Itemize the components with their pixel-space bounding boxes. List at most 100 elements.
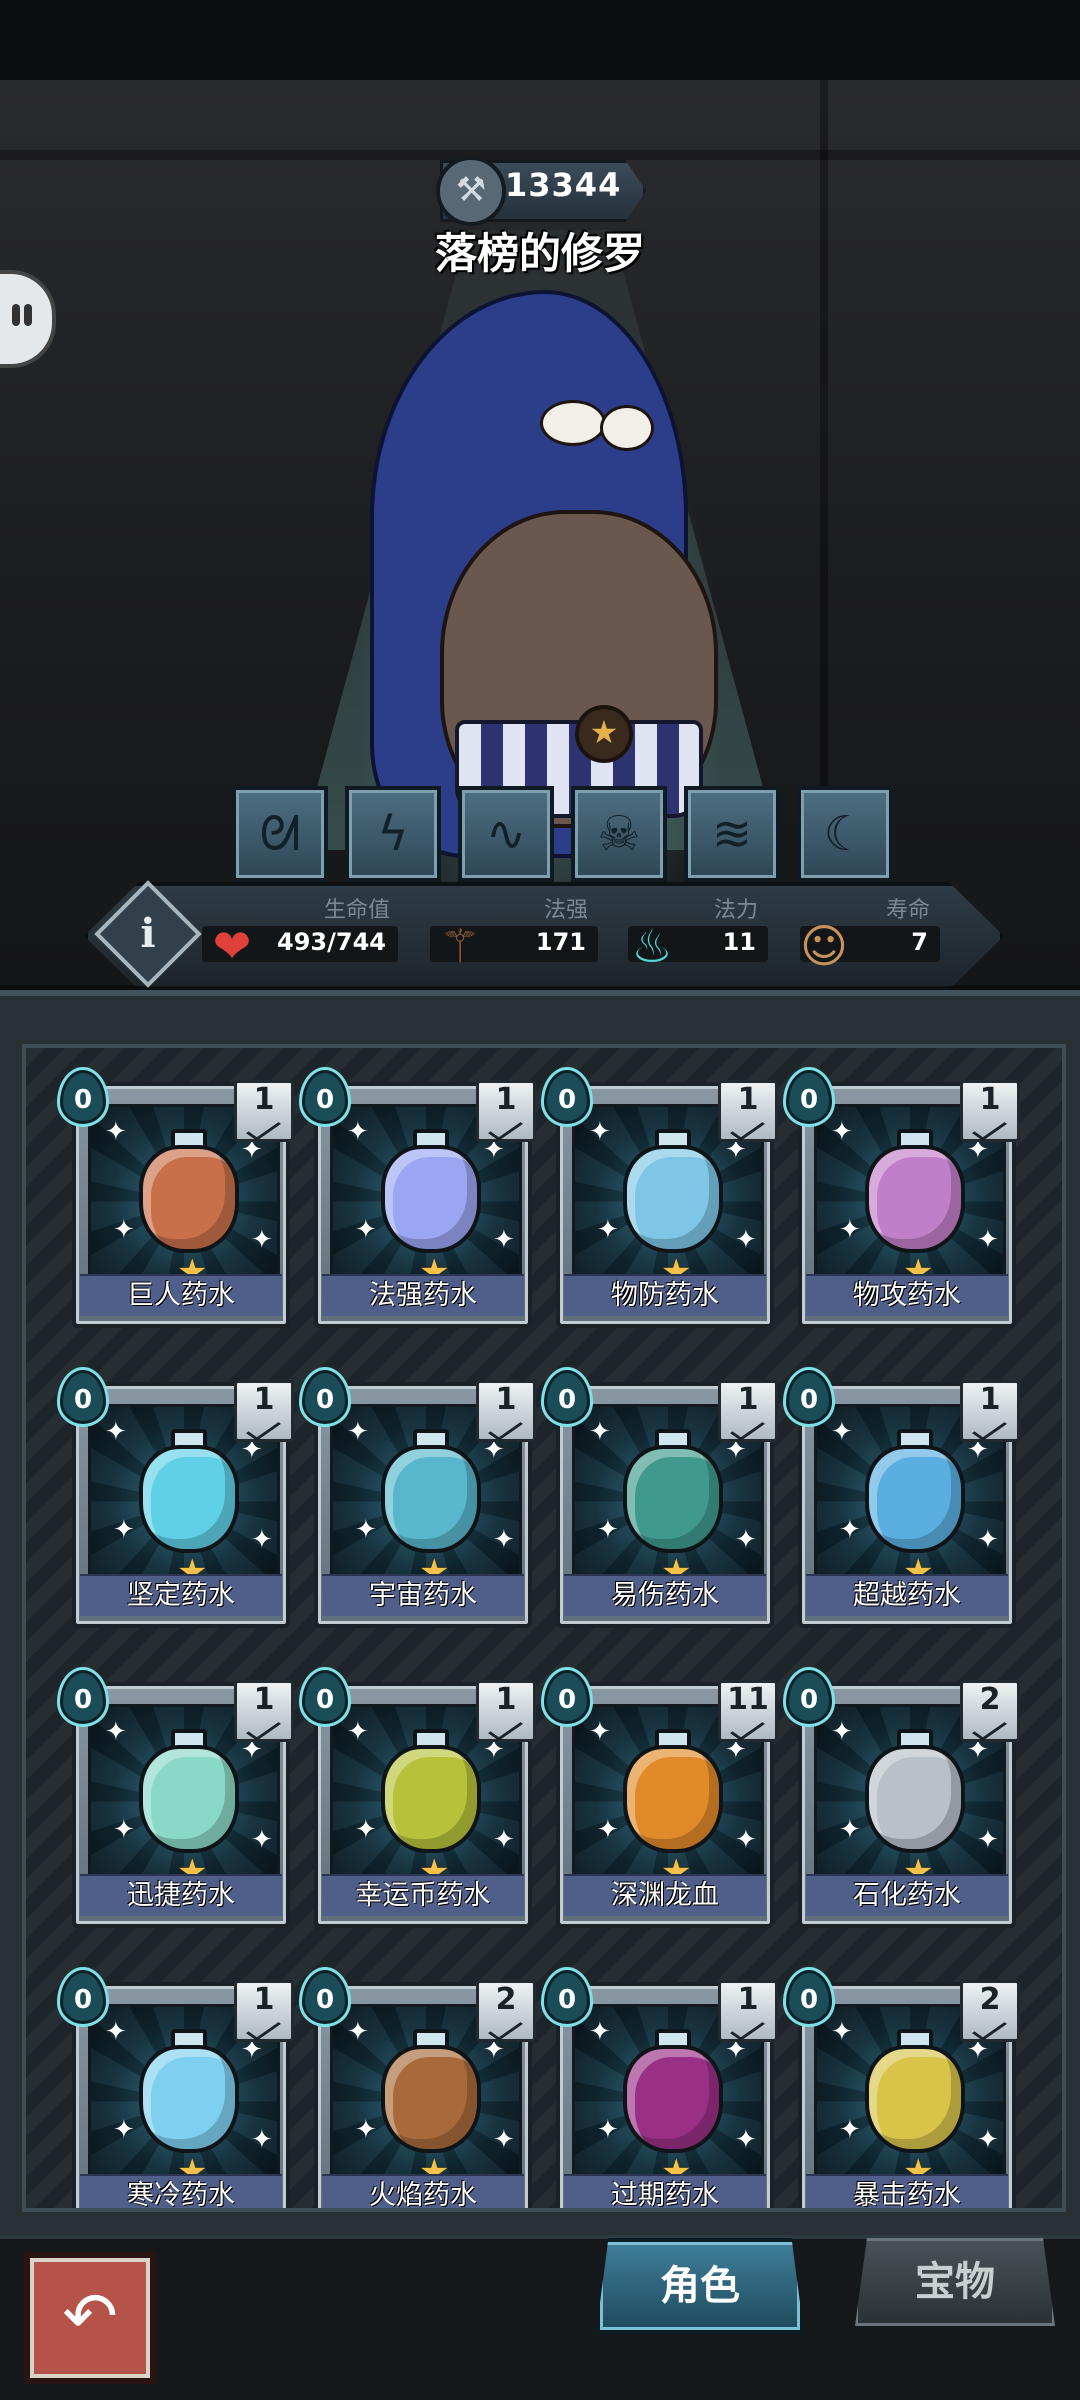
sparkle-icon: ✦ — [839, 2115, 861, 2145]
potion-name: 易伤药水 — [564, 1574, 766, 1616]
stack-layers-icon — [488, 1116, 523, 1141]
stack-layers-icon — [972, 1416, 1007, 1441]
sparkle-icon: ✦ — [597, 2115, 619, 2145]
potion-card[interactable]: ✦ ✦ ✦ ✦ ★ 物攻药水 0 1 — [786, 1070, 1020, 1328]
potion-card[interactable]: ✦ ✦ ✦ ✦ ★ 火焰药水 0 2 — [302, 1970, 536, 2208]
potion-cost-flame: 0 — [302, 1370, 348, 1424]
potion-bottle-icon — [381, 1745, 481, 1853]
potion-card[interactable]: ✦ ✦ ✦ ✦ ★ 迅捷药水 0 1 — [60, 1670, 294, 1928]
potion-count-badge: 1 — [718, 1380, 778, 1442]
sparkle-icon: ✦ — [493, 1525, 515, 1555]
potion-count-badge: 1 — [234, 1380, 294, 1442]
sparkle-icon: ✦ — [831, 1417, 853, 1447]
sparkle-icon: ✦ — [493, 1825, 515, 1855]
potion-card[interactable]: ✦ ✦ ✦ ✦ ★ 超越药水 0 1 — [786, 1370, 1020, 1628]
potion-count: 2 — [979, 1682, 1001, 1717]
stack-layers-icon — [246, 1716, 281, 1741]
stat-magic-power-label: 法强 — [543, 898, 588, 923]
stat-mana-value: 11 — [722, 928, 756, 956]
sparkle-icon: ✦ — [355, 1215, 377, 1245]
lightning-skill-icon[interactable]: ϟ — [345, 786, 441, 882]
potion-card[interactable]: ✦ ✦ ✦ ✦ ★ 过期药水 0 1 — [544, 1970, 778, 2208]
potion-card[interactable]: ✦ ✦ ✦ ✦ ★ 巨人药水 0 1 — [60, 1070, 294, 1328]
potion-name: 宇宙药水 — [322, 1574, 524, 1616]
potion-card[interactable]: ✦ ✦ ✦ ✦ ★ 暴击药水 0 2 — [786, 1970, 1020, 2208]
sparkle-icon: ✦ — [977, 1225, 999, 1255]
sparkle-icon: ✦ — [105, 1717, 127, 1747]
potion-name: 火焰药水 — [322, 2174, 524, 2208]
potion-name: 法强药水 — [322, 1274, 524, 1316]
potion-card[interactable]: ✦ ✦ ✦ ✦ ★ 易伤药水 0 1 — [544, 1370, 778, 1628]
sparkle-icon: ✦ — [839, 1215, 861, 1245]
stat-hp-label: 生命值 — [323, 898, 390, 923]
stack-layers-icon — [730, 1416, 765, 1441]
potion-bottle-icon — [865, 1145, 965, 1253]
sparkle-icon: ✦ — [977, 1825, 999, 1855]
heart-icon: ❤ — [212, 919, 252, 973]
potion-count-badge: 1 — [718, 1080, 778, 1142]
sparkle-icon: ✦ — [597, 1215, 619, 1245]
stack-layers-icon — [972, 1116, 1007, 1141]
character-name: 落榜的修罗 — [434, 229, 645, 278]
potion-count: 1 — [253, 1082, 275, 1117]
sparkle-icon: ✦ — [977, 2125, 999, 2155]
potion-bottle-icon — [139, 1145, 239, 1253]
sparkle-icon: ✦ — [113, 1515, 135, 1545]
potion-cost-flame: 0 — [786, 1670, 832, 1724]
potion-card[interactable]: ✦ ✦ ✦ ✦ ★ 深渊龙血 0 11 — [544, 1670, 778, 1928]
potion-count-badge: 2 — [476, 1980, 536, 2042]
potion-card[interactable]: ✦ ✦ ✦ ✦ ★ 幸运币药水 0 1 — [302, 1670, 536, 1928]
staff-icon: ⚚ — [439, 919, 481, 973]
potion-card[interactable]: ✦ ✦ ✦ ✦ ★ 坚定药水 0 1 — [60, 1370, 294, 1628]
stack-layers-icon — [730, 1116, 765, 1141]
potion-card[interactable]: ✦ ✦ ✦ ✦ ★ 法强药水 0 1 — [302, 1070, 536, 1328]
potion-count: 2 — [495, 1982, 517, 2017]
potion-card[interactable]: ✦ ✦ ✦ ✦ ★ 宇宙药水 0 1 — [302, 1370, 536, 1628]
potion-cost-flame: 0 — [302, 1970, 348, 2024]
stat-lifespan-label: 寿命 — [885, 898, 930, 923]
potion-card[interactable]: ✦ ✦ ✦ ✦ ★ 石化药水 0 2 — [786, 1670, 1020, 1928]
character-eye — [600, 405, 654, 451]
tab-treasure[interactable]: 宝物 — [855, 2238, 1055, 2326]
wrench-badge-icon: ⚒ — [436, 156, 506, 226]
sparkle-icon: ✦ — [251, 1525, 273, 1555]
wave-skill-icon[interactable]: ☾ — [797, 786, 893, 882]
potion-cost-flame: 0 — [302, 1670, 348, 1724]
sparkle-icon: ✦ — [589, 1417, 611, 1447]
sparkle-icon: ✦ — [355, 1815, 377, 1845]
potion-inventory[interactable]: ✦ ✦ ✦ ✦ ★ 巨人药水 0 1 ✦ ✦ ✦ ✦ ★ 法强药水 0 1 ✦ ✦ ✦ ✦ ★ 物防药水 0 1 ✦ ✦ ✦ ✦ ★ 物攻… — [22, 1044, 1066, 2212]
stat-mana-label: 法力 — [713, 898, 758, 923]
sparkle-icon: ✦ — [347, 1717, 369, 1747]
info-button[interactable]: i — [110, 896, 186, 972]
potion-count: 1 — [979, 1082, 1001, 1117]
potion-bottle-icon — [139, 1445, 239, 1553]
potion-card[interactable]: ✦ ✦ ✦ ✦ ★ 寒冷药水 0 1 — [60, 1970, 294, 2208]
soul-flame-icon: ♨ — [631, 919, 673, 973]
claw-skill-icon[interactable]: ≋ — [684, 786, 780, 882]
sparkle-icon: ✦ — [355, 1515, 377, 1545]
sparkle-icon: ✦ — [113, 1815, 135, 1845]
potion-card[interactable]: ✦ ✦ ✦ ✦ ★ 物防药水 0 1 — [544, 1070, 778, 1328]
sparkle-icon: ✦ — [251, 2125, 273, 2155]
back-arrow-icon[interactable]: ↶ — [24, 2252, 156, 2384]
sparkle-icon: ✦ — [735, 1525, 757, 1555]
skull-skill-icon[interactable]: ☠ — [571, 786, 667, 882]
sparkle-icon: ✦ — [589, 1117, 611, 1147]
potion-count-badge: 2 — [960, 1680, 1020, 1742]
character-score: 13344 — [505, 166, 622, 204]
character-eye — [540, 400, 606, 446]
sparkle-icon: ✦ — [735, 1225, 757, 1255]
sparkle-icon: ✦ — [251, 1825, 273, 1855]
stat-lifespan: 寿命 7 ☺ — [800, 892, 940, 973]
game-screen: ★ ⚒ 13344 落榜的修罗 ᘛ ϟ ∿ ☠ ≋ ☾ i 生命值 493/74… — [0, 0, 1080, 2400]
potion-bottle-icon — [865, 1745, 965, 1853]
potion-cost-flame: 0 — [544, 1070, 590, 1124]
potion-name: 石化药水 — [806, 1874, 1008, 1916]
beast-skill-icon[interactable]: ᘛ — [232, 786, 328, 882]
wind-skill-icon[interactable]: ∿ — [458, 786, 554, 882]
portrait-icon: ☺ — [800, 919, 848, 973]
stack-layers-icon — [246, 1116, 281, 1141]
potion-cost-flame: 0 — [60, 1970, 106, 2024]
tab-role[interactable]: 角色 — [596, 2238, 804, 2334]
potion-count-badge: 1 — [476, 1680, 536, 1742]
